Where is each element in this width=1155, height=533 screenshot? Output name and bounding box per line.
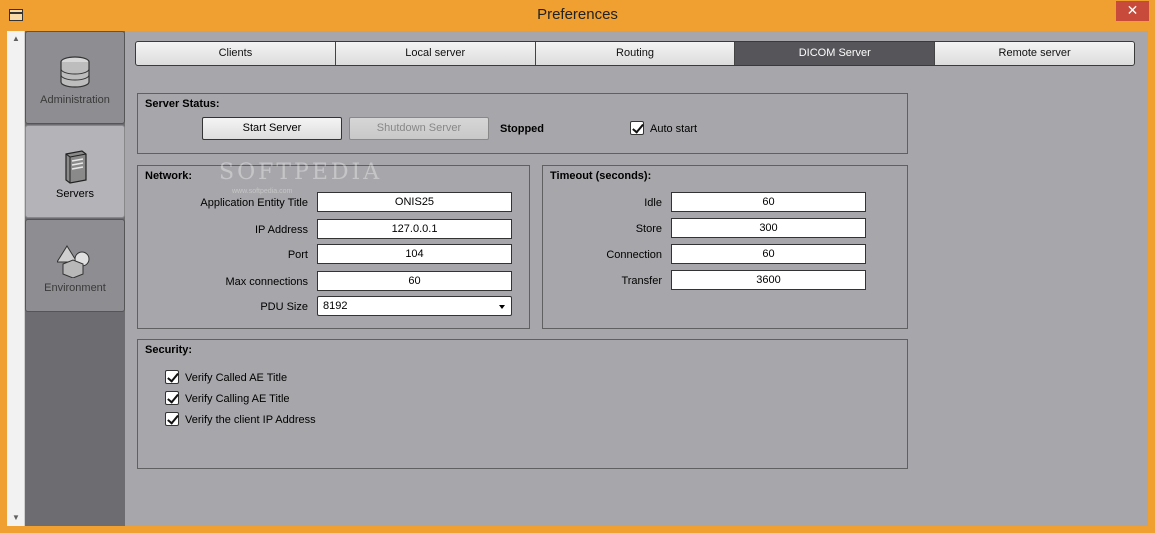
sidebar-item-label: Administration <box>40 94 110 106</box>
group-title: Network: <box>145 170 193 182</box>
verify-called-label: Verify Called AE Title <box>185 372 288 384</box>
database-icon <box>60 56 90 88</box>
security-group: Security: Verify Called AE Title Verify … <box>137 339 908 469</box>
idle-timeout-field[interactable]: 60 <box>671 192 866 212</box>
sidebar: Administration Servers Environment <box>25 31 125 526</box>
pdu-size-value: 8192 <box>323 300 348 312</box>
title-bar[interactable]: Preferences ✕ <box>0 0 1155 30</box>
store-timeout-field[interactable]: 300 <box>671 218 866 238</box>
connection-label: Connection <box>606 249 662 261</box>
sidebar-item-label: Servers <box>56 188 94 200</box>
verify-ip-checkbox[interactable] <box>165 412 179 426</box>
port-field[interactable]: 104 <box>317 244 512 264</box>
group-title: Timeout (seconds): <box>550 170 652 182</box>
auto-start-checkbox[interactable] <box>630 121 644 135</box>
port-label: Port <box>287 249 308 261</box>
scroll-down-icon[interactable]: ▼ <box>7 510 25 526</box>
idle-label: Idle <box>644 197 662 209</box>
tab-bar: Clients Local server Routing DICOM Serve… <box>135 41 1135 66</box>
connection-timeout-field[interactable]: 60 <box>671 244 866 264</box>
verify-calling-label: Verify Calling AE Title <box>185 393 290 405</box>
tab-remote-server[interactable]: Remote server <box>935 42 1134 65</box>
ae-title-field[interactable]: ONIS25 <box>317 192 512 212</box>
timeout-group: Timeout (seconds): Idle 60 Store 300 Con… <box>542 165 908 329</box>
start-server-button[interactable]: Start Server <box>202 117 342 140</box>
server-status-group: Server Status: Start Server Shutdown Ser… <box>137 93 908 154</box>
shapes-icon <box>57 245 90 278</box>
client-area: ▲ ▼ Administration Servers Environment C… <box>7 31 1148 526</box>
preferences-window: Preferences ✕ ▲ ▼ Administration Servers… <box>0 0 1155 533</box>
sidebar-item-administration[interactable]: Administration <box>25 31 125 124</box>
shutdown-server-button[interactable]: Shutdown Server <box>349 117 489 140</box>
chevron-down-icon <box>499 305 505 309</box>
tab-local-server[interactable]: Local server <box>336 42 536 65</box>
verify-ip-label: Verify the client IP Address <box>185 414 316 426</box>
tab-dicom-server[interactable]: DICOM Server <box>735 42 936 65</box>
transfer-label: Transfer <box>621 275 662 287</box>
sidebar-item-label: Environment <box>44 282 106 294</box>
network-group: Network: Application Entity Title ONIS25… <box>137 165 530 329</box>
store-label: Store <box>635 223 662 235</box>
sidebar-scrollbar[interactable]: ▲ ▼ <box>7 31 25 526</box>
max-connections-label: Max connections <box>225 276 308 288</box>
close-button[interactable]: ✕ <box>1116 1 1149 21</box>
group-title: Security: <box>145 344 193 356</box>
server-icon <box>65 150 87 184</box>
sidebar-item-servers[interactable]: Servers <box>25 125 125 218</box>
transfer-timeout-field[interactable]: 3600 <box>671 270 866 290</box>
watermark-url: www.softpedia.com <box>232 188 293 195</box>
max-connections-field[interactable]: 60 <box>317 271 512 291</box>
scroll-up-icon[interactable]: ▲ <box>7 31 25 47</box>
pdu-size-select[interactable]: 8192 <box>317 296 512 316</box>
window-title: Preferences <box>537 6 618 23</box>
sidebar-item-environment[interactable]: Environment <box>25 219 125 312</box>
group-title: Server Status: <box>145 98 220 110</box>
ip-address-field[interactable]: 127.0.0.1 <box>317 219 512 239</box>
pdu-size-label: PDU Size <box>260 301 308 313</box>
tab-clients[interactable]: Clients <box>136 42 336 65</box>
server-state-label: Stopped <box>500 123 544 135</box>
verify-called-checkbox[interactable] <box>165 370 179 384</box>
verify-calling-checkbox[interactable] <box>165 391 179 405</box>
auto-start-label: Auto start <box>650 123 698 135</box>
tab-routing[interactable]: Routing <box>536 42 736 65</box>
ae-title-label: Application Entity Title <box>200 197 308 209</box>
ip-address-label: IP Address <box>255 224 308 236</box>
watermark: SOFTPEDIA <box>219 160 383 185</box>
preferences-content: Clients Local server Routing DICOM Serve… <box>125 31 1148 526</box>
